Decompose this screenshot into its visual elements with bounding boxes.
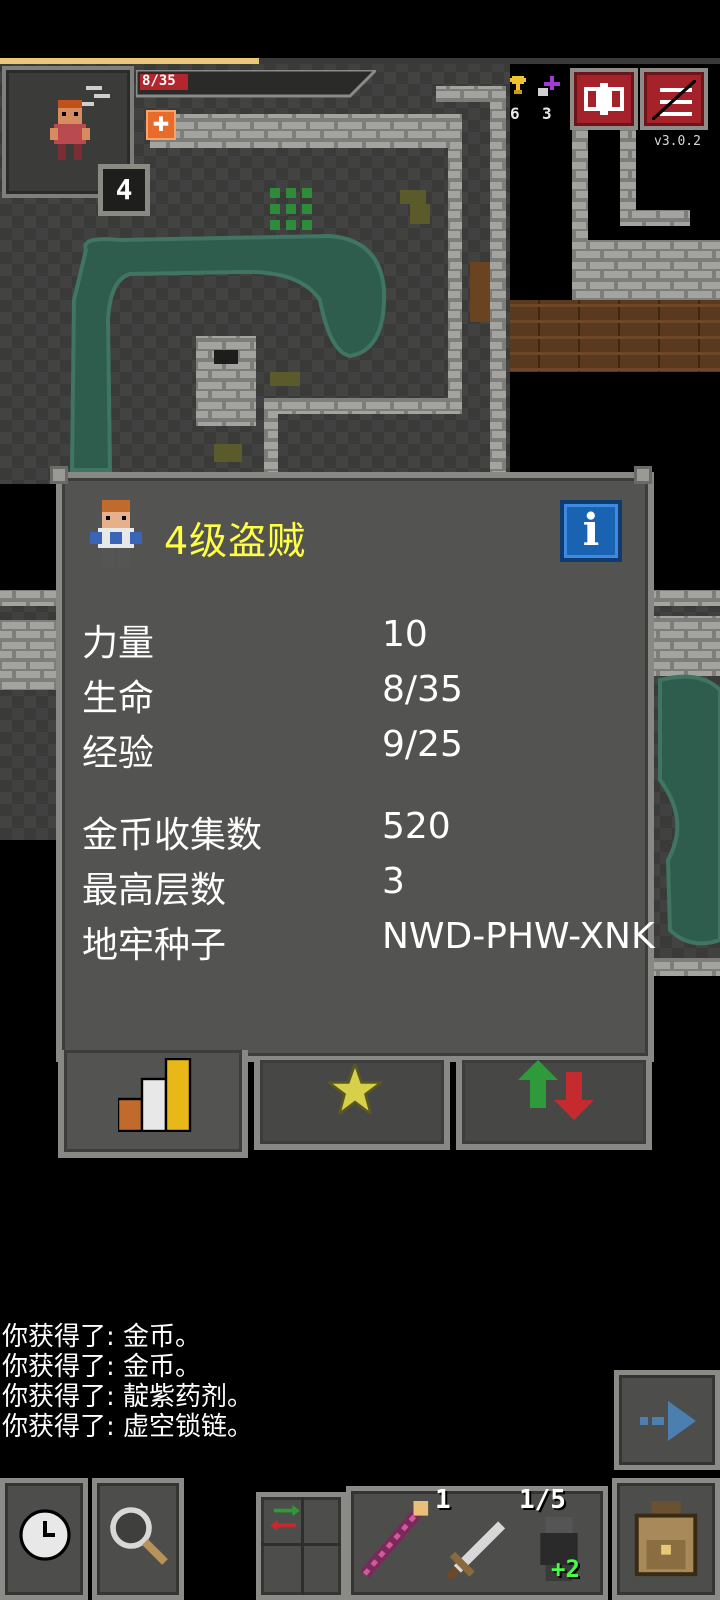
- buff-icon[interactable]: ✚: [146, 110, 176, 140]
- window-title: 4级盗贼: [164, 519, 307, 563]
- stat-value-health: 8/35: [382, 669, 463, 710]
- quickslot-chains[interactable]: 1/5 +2: [519, 1485, 603, 1595]
- health-bar: 8/35: [136, 70, 376, 98]
- window-corner: [50, 466, 68, 484]
- stat-label-max-depth: 最高层数: [82, 870, 227, 911]
- version-label: v3.0.2: [654, 134, 701, 149]
- stat-label-dungeon-seed: 地牢种子: [82, 925, 227, 966]
- journal-button[interactable]: [570, 68, 638, 130]
- quickslot-bar: 1 1/5 +2: [346, 1485, 608, 1600]
- dagger-icon: [447, 1521, 506, 1579]
- experience-bar: [0, 58, 720, 64]
- trophy-icon: [510, 76, 526, 94]
- info-icon: i: [582, 505, 600, 556]
- resource-counters: 6 3: [504, 76, 566, 128]
- stat-value-dungeon-seed: NWD-PHW-XNK: [382, 916, 655, 957]
- backpack-button[interactable]: [612, 1478, 720, 1600]
- wait-button[interactable]: [0, 1478, 88, 1600]
- key-count: 3: [542, 104, 552, 123]
- quickslot-wand[interactable]: [351, 1491, 435, 1595]
- stat-value-gold-collected: 520: [382, 806, 451, 847]
- chains-charge: 1/5: [519, 1485, 566, 1515]
- clock-icon: [19, 1509, 71, 1561]
- rogue-hero-icon: [50, 100, 90, 160]
- game-log: 你获得了: 金币。 你获得了: 金币。 你获得了: 靛紫药剂。 你获得了: 虚空…: [2, 1322, 253, 1442]
- slot-divider: [301, 1497, 304, 1595]
- stat-label-strength: 力量: [82, 623, 155, 664]
- up-down-arrows-icon: [518, 1060, 594, 1120]
- menu-icon: [652, 80, 696, 120]
- stat-value-experience: 9/25: [382, 724, 463, 765]
- swap-quickslot-button[interactable]: [256, 1492, 346, 1600]
- backpack-icon: [634, 1501, 698, 1577]
- magnifier-icon: [110, 1507, 168, 1565]
- info-button[interactable]: i: [560, 500, 622, 562]
- stat-value-max-depth: 3: [382, 861, 405, 902]
- wind-icon: [82, 86, 110, 106]
- resume-arrow-icon: [640, 1401, 696, 1441]
- wand-icon: [360, 1501, 429, 1578]
- slot-divider: [261, 1543, 341, 1546]
- window-corner: [634, 466, 652, 484]
- journal-icon: [584, 83, 624, 115]
- tab-badges[interactable]: [254, 1060, 450, 1150]
- log-line: 你获得了: 靛紫药剂。: [2, 1382, 254, 1412]
- health-text: 8/35: [142, 73, 176, 89]
- menu-button[interactable]: [640, 68, 708, 130]
- experience-fill: [0, 58, 260, 64]
- resume-button[interactable]: [614, 1370, 720, 1470]
- stat-label-gold-collected: 金币收集数: [82, 815, 263, 856]
- star-icon: [328, 1064, 382, 1114]
- stats-bars-icon: [118, 1058, 192, 1132]
- log-line: 你获得了: 金币。: [2, 1352, 202, 1382]
- log-line: 你获得了: 金币。: [2, 1322, 202, 1352]
- key-icon: [538, 76, 560, 96]
- swap-arrows-icon: [270, 1505, 300, 1531]
- tab-changes[interactable]: [456, 1060, 652, 1150]
- log-line: 你获得了: 虚空锁链。: [2, 1412, 254, 1442]
- chains-bonus: +2: [551, 1555, 580, 1583]
- hero-level-badge: 4: [98, 164, 150, 216]
- dagger-count: 1: [435, 1485, 451, 1515]
- rogue-hero-icon: [90, 500, 142, 568]
- search-button[interactable]: [92, 1478, 184, 1600]
- quickslot-dagger[interactable]: 1: [435, 1485, 519, 1595]
- stat-label-experience: 经验: [82, 733, 155, 774]
- stat-value-strength: 10: [382, 614, 428, 655]
- stat-label-health: 生命: [82, 678, 155, 719]
- tab-stats[interactable]: [58, 1050, 248, 1158]
- gold-count: 6: [510, 104, 520, 123]
